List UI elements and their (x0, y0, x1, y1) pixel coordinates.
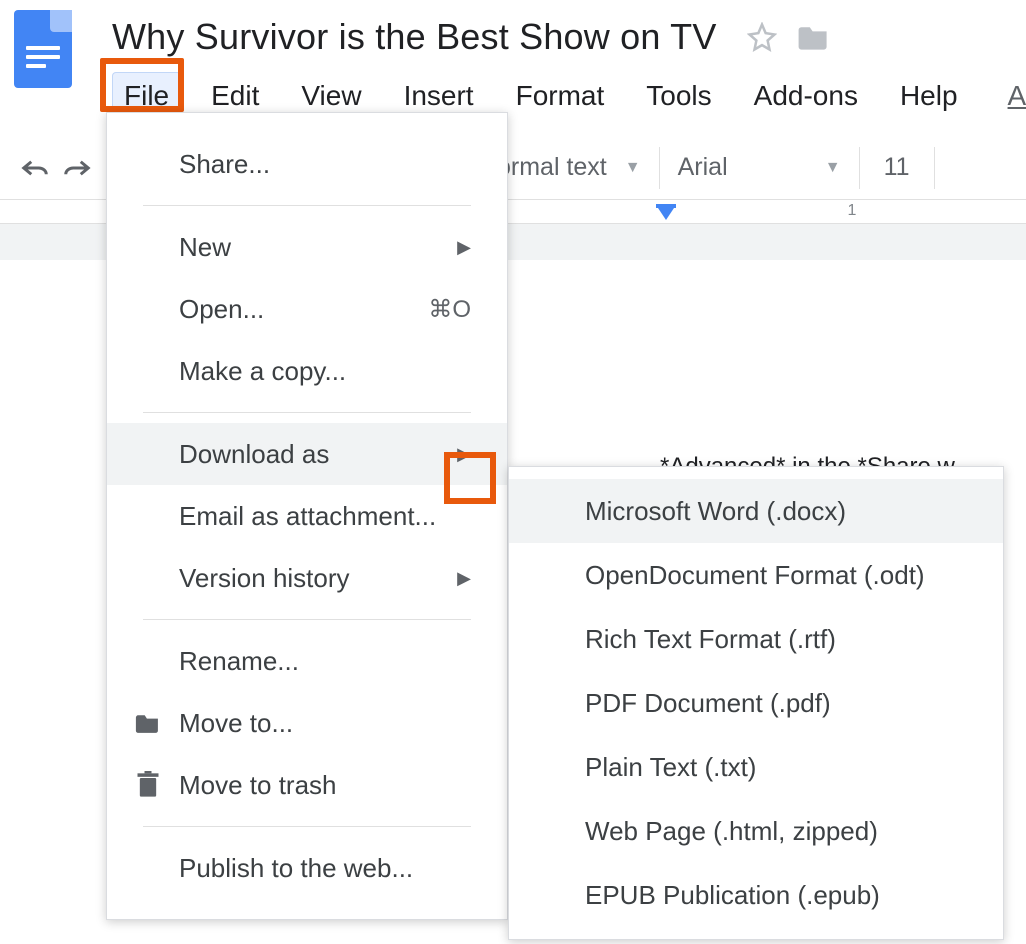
submenu-item-docx[interactable]: Microsoft Word (.docx) (509, 479, 1003, 543)
menu-item-label: Publish to the web... (179, 853, 413, 884)
chevron-down-icon: ▼ (625, 159, 641, 177)
menu-item-label: PDF Document (.pdf) (585, 688, 831, 719)
menu-item-label: Microsoft Word (.docx) (585, 496, 846, 527)
google-docs-window: Why Survivor is the Best Show on TV File… (0, 0, 1026, 944)
title-bar: Why Survivor is the Best Show on TV File… (0, 0, 1026, 120)
menu-item-label: OpenDocument Format (.odt) (585, 560, 925, 591)
submenu-item-rtf[interactable]: Rich Text Format (.rtf) (509, 607, 1003, 671)
menu-format[interactable]: Format (504, 72, 617, 120)
indent-marker-icon[interactable] (655, 204, 677, 222)
separator (143, 619, 471, 620)
menu-item-rename[interactable]: Rename... (107, 630, 507, 692)
menu-item-label: Make a copy... (179, 356, 346, 387)
menu-item-label: Move to trash (179, 770, 337, 801)
menu-item-label: Version history (179, 563, 350, 594)
document-title-row: Why Survivor is the Best Show on TV (112, 16, 1026, 58)
document-title[interactable]: Why Survivor is the Best Show on TV (112, 16, 717, 58)
chevron-right-icon: ▶ (457, 444, 471, 465)
submenu-item-html[interactable]: Web Page (.html, zipped) (509, 799, 1003, 863)
chevron-right-icon: ▶ (457, 568, 471, 589)
menu-item-share[interactable]: Share... (107, 133, 507, 195)
undo-button[interactable] (14, 156, 56, 180)
font-size-input[interactable]: 11 (859, 147, 935, 189)
menu-item-open[interactable]: Open... ⌘O (107, 278, 507, 340)
menu-item-version-history[interactable]: Version history ▶ (107, 547, 507, 609)
saved-status-link[interactable]: All chang (1008, 80, 1026, 112)
menu-item-publish[interactable]: Publish to the web... (107, 837, 507, 899)
menu-item-label: Plain Text (.txt) (585, 752, 756, 783)
font-size-value: 11 (884, 153, 910, 182)
menu-help[interactable]: Help (888, 72, 970, 120)
folder-icon (133, 712, 163, 734)
menu-item-make-copy[interactable]: Make a copy... (107, 340, 507, 402)
font-select[interactable]: Arial ▼ (659, 147, 859, 189)
menu-item-label: Web Page (.html, zipped) (585, 816, 878, 847)
move-folder-icon[interactable] (797, 23, 831, 51)
menu-item-label: Open... (179, 294, 264, 325)
download-as-submenu: Microsoft Word (.docx) OpenDocument Form… (508, 466, 1004, 940)
menu-item-label: Share... (179, 149, 270, 180)
trash-icon (133, 771, 163, 799)
menu-item-download-as[interactable]: Download as ▶ (107, 423, 507, 485)
menu-item-email-attachment[interactable]: Email as attachment... (107, 485, 507, 547)
separator (143, 826, 471, 827)
menu-item-label: New (179, 232, 231, 263)
ruler-number: 1 (848, 202, 857, 220)
chevron-right-icon: ▶ (457, 237, 471, 258)
paragraph-style-label: ormal text (497, 153, 607, 182)
submenu-item-odt[interactable]: OpenDocument Format (.odt) (509, 543, 1003, 607)
menu-tools[interactable]: Tools (634, 72, 723, 120)
submenu-item-epub[interactable]: EPUB Publication (.epub) (509, 863, 1003, 927)
menu-item-label: EPUB Publication (.epub) (585, 880, 880, 911)
menu-item-label: Email as attachment... (179, 501, 436, 532)
star-icon[interactable] (747, 22, 777, 52)
menu-addons[interactable]: Add-ons (742, 72, 870, 120)
file-menu-dropdown: Share... New ▶ Open... ⌘O Make a copy...… (106, 112, 508, 920)
keyboard-shortcut: ⌘O (428, 295, 471, 324)
menu-item-label: Move to... (179, 708, 293, 739)
submenu-item-txt[interactable]: Plain Text (.txt) (509, 735, 1003, 799)
menu-item-label: Rename... (179, 646, 299, 677)
submenu-item-pdf[interactable]: PDF Document (.pdf) (509, 671, 1003, 735)
font-label: Arial (678, 153, 728, 182)
separator (143, 205, 471, 206)
menu-item-label: Download as (179, 439, 329, 470)
menu-item-move-to-trash[interactable]: Move to trash (107, 754, 507, 816)
menu-item-new[interactable]: New ▶ (107, 216, 507, 278)
menu-item-move-to[interactable]: Move to... (107, 692, 507, 754)
separator (143, 412, 471, 413)
menu-item-label: Rich Text Format (.rtf) (585, 624, 836, 655)
docs-logo-icon[interactable] (14, 10, 72, 88)
redo-button[interactable] (56, 156, 98, 180)
chevron-down-icon: ▼ (825, 159, 841, 177)
